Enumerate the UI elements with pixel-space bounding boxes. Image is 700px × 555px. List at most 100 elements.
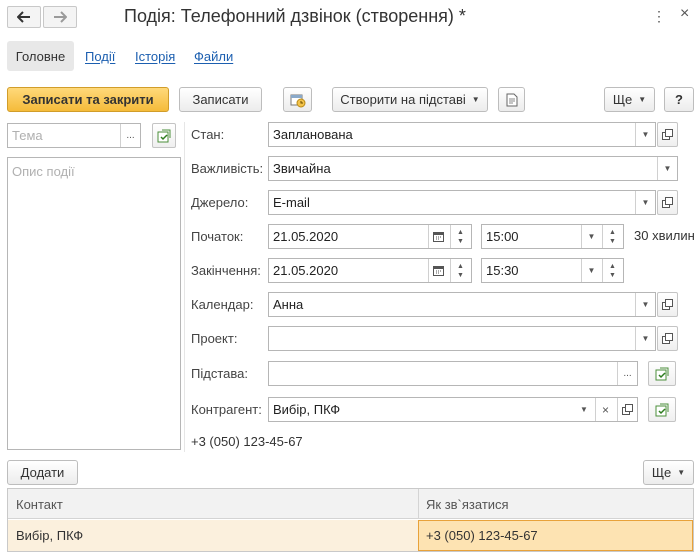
window-title: Подія: Телефонний дзвінок (створення) * [124, 6, 466, 26]
end-time-dropdown-button[interactable]: ▼ [581, 259, 601, 282]
chevron-down-icon: ▼ [587, 266, 596, 275]
end-time-field[interactable]: 15:30 ▼ ▲ ▼ [481, 258, 624, 283]
tab-history[interactable]: Історія [135, 41, 175, 71]
spin-down-icon: ▼ [609, 237, 616, 245]
basis-select-button[interactable]: ... [617, 362, 637, 385]
state-label: Стан: [191, 127, 225, 142]
importance-dropdown-button[interactable]: ▼ [657, 157, 677, 180]
more-label: Ще [612, 92, 633, 107]
project-open-button[interactable] [657, 326, 678, 351]
chevron-down-icon: ▼ [471, 95, 480, 104]
start-date-field[interactable]: 21.05.2020 ▲ ▼ [268, 224, 472, 249]
importance-value: Звичайна [273, 161, 331, 176]
source-field[interactable]: E-mail ▼ [268, 190, 656, 215]
source-label: Джерело: [191, 195, 249, 210]
duration-text: 30 хвилин [634, 228, 695, 243]
calendar-value: Анна [273, 297, 304, 312]
arrow-right-icon [54, 11, 67, 23]
table-row[interactable]: Вибір, ПКФ +3 (050) 123-45-67 [8, 520, 693, 551]
state-dropdown-button[interactable]: ▼ [635, 123, 655, 146]
counterparty-open-button[interactable] [617, 398, 637, 421]
calendar-field[interactable]: Анна ▼ [268, 292, 656, 317]
ellipsis-icon: ... [126, 130, 135, 141]
open-icon [662, 333, 673, 344]
state-open-button[interactable] [657, 122, 678, 147]
basis-pick-button[interactable] [648, 361, 676, 386]
chevron-down-icon: ▼ [638, 95, 647, 104]
close-icon: × [680, 5, 690, 22]
source-value: E-mail [273, 195, 310, 210]
state-field[interactable]: Запланована ▼ [268, 122, 656, 147]
start-date-spinner[interactable]: ▲ ▼ [450, 225, 470, 248]
tab-main[interactable]: Головне [7, 41, 74, 71]
basis-field[interactable]: ... [268, 361, 638, 386]
add-contact-button[interactable]: Додати [7, 460, 78, 485]
end-time-value: 15:30 [486, 263, 519, 278]
chevron-down-icon: ▼ [641, 334, 650, 343]
end-date-spinner[interactable]: ▲ ▼ [450, 259, 470, 282]
subject-field[interactable]: Тема ... [7, 123, 141, 148]
pick-from-list-icon [655, 403, 669, 416]
calendar-label: Календар: [191, 297, 254, 312]
reminder-button[interactable] [283, 87, 312, 112]
counterparty-dropdown-button[interactable]: ▼ [574, 398, 594, 421]
contacts-table[interactable]: Контакт Як зв`язатися Вибір, ПКФ +3 (050… [7, 488, 694, 552]
calendar-open-button[interactable] [657, 292, 678, 317]
save-and-close-button[interactable]: Записати та закрити [7, 87, 169, 112]
start-time-spinner[interactable]: ▲ ▼ [602, 225, 622, 248]
save-button[interactable]: Записати [179, 87, 262, 112]
spin-down-icon: ▼ [457, 237, 464, 245]
column-divider [418, 489, 419, 519]
spin-down-icon: ▼ [457, 271, 464, 279]
subject-pick-button[interactable] [152, 123, 176, 148]
start-date-calendar-button[interactable] [428, 225, 448, 248]
basis-label: Підстава: [191, 366, 248, 381]
spin-up-icon: ▲ [609, 262, 616, 270]
back-button[interactable] [7, 6, 41, 28]
column-header-contact[interactable]: Контакт [16, 489, 416, 519]
tab-events[interactable]: Події [85, 41, 115, 71]
document-icon [506, 93, 517, 106]
help-button[interactable]: ? [664, 87, 694, 112]
tab-files[interactable]: Файли [194, 41, 233, 71]
end-date-field[interactable]: 21.05.2020 ▲ ▼ [268, 258, 472, 283]
cell-contact[interactable]: Вибір, ПКФ [16, 520, 416, 551]
importance-field[interactable]: Звичайна ▼ [268, 156, 678, 181]
create-based-on-button[interactable]: Створити на підставі ▼ [332, 87, 488, 112]
description-field[interactable]: Опис події [7, 157, 181, 450]
source-open-button[interactable] [657, 190, 678, 215]
close-window-button[interactable]: × [680, 6, 689, 22]
chevron-down-icon: ▼ [641, 198, 650, 207]
start-time-dropdown-button[interactable]: ▼ [581, 225, 601, 248]
print-button[interactable] [498, 87, 525, 112]
clear-icon: × [601, 402, 609, 417]
cell-how-to-contact[interactable]: +3 (050) 123-45-67 [418, 520, 693, 551]
calendar-dropdown-button[interactable]: ▼ [635, 293, 655, 316]
window-menu-button[interactable]: ⋮ [652, 8, 666, 24]
open-icon [662, 129, 673, 140]
subject-select-button[interactable]: ... [120, 124, 140, 147]
spin-down-icon: ▼ [609, 271, 616, 279]
column-header-how-to-contact[interactable]: Як зв`язатися [426, 489, 686, 519]
source-dropdown-button[interactable]: ▼ [635, 191, 655, 214]
counterparty-pick-button[interactable] [648, 397, 676, 422]
counterparty-clear-button[interactable]: × [595, 398, 615, 421]
start-time-field[interactable]: 15:00 ▼ ▲ ▼ [481, 224, 624, 249]
counterparty-value: Вибір, ПКФ [273, 402, 341, 417]
chevron-down-icon: ▼ [641, 300, 650, 309]
end-date-calendar-button[interactable] [428, 259, 448, 282]
chevron-down-icon: ▼ [580, 405, 588, 414]
project-dropdown-button[interactable]: ▼ [635, 327, 655, 350]
more-button[interactable]: Ще ▼ [604, 87, 655, 112]
ellipsis-icon: ... [623, 368, 632, 379]
column-divider [184, 122, 185, 452]
end-date-value: 21.05.2020 [273, 263, 339, 278]
importance-label: Важливість: [191, 161, 264, 176]
table-header: Контакт Як зв`язатися [8, 489, 693, 519]
chevron-down-icon: ▼ [587, 232, 596, 241]
forward-button[interactable] [43, 6, 77, 28]
contacts-more-button[interactable]: Ще ▼ [643, 460, 694, 485]
end-time-spinner[interactable]: ▲ ▼ [602, 259, 622, 282]
project-field[interactable]: ▼ [268, 326, 656, 351]
counterparty-field[interactable]: Вибір, ПКФ ▼ × [268, 397, 638, 422]
